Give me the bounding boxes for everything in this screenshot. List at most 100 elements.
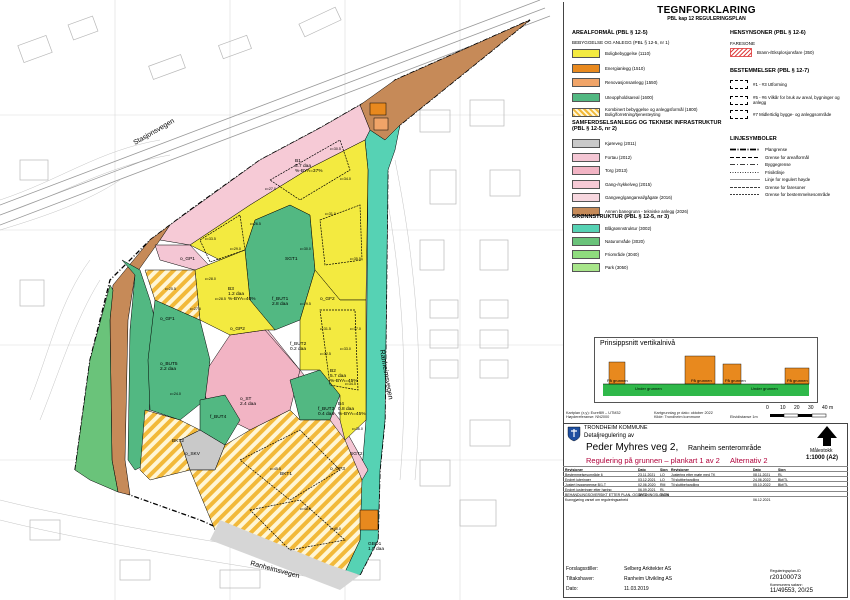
- height-label: c=36.0: [352, 427, 363, 431]
- color-swatch: [572, 193, 600, 202]
- zone-label: 1.0 daa: [368, 546, 384, 552]
- legend-item-label: Naturområde (3020): [605, 239, 645, 244]
- section-heading: LINJESYMBOLER: [730, 136, 777, 142]
- scale-tick: 20: [794, 405, 800, 411]
- footer-label: Forslagsstiller:: [566, 566, 599, 572]
- plan-place: Ranheim senterområde: [688, 445, 762, 452]
- line-symbol-item: Frisiktlinje: [730, 170, 785, 175]
- legend-item: Torg (2013): [572, 166, 722, 175]
- legend-item-label: #7 Midlertidig bygge- og anleggsområde: [753, 112, 832, 117]
- line-sample: [730, 186, 760, 188]
- legend-item-label: Kjøreveg (2011): [605, 141, 637, 146]
- profile-label: Under grunnen: [635, 386, 662, 391]
- profile-label: Under grunnen: [751, 386, 778, 391]
- legend-item: Gang-/sykkelveg (2015): [572, 179, 722, 189]
- hatch-swatch: [730, 48, 752, 57]
- legend-item-label: Uteoppholdsareal (1600): [605, 94, 654, 100]
- line-symbol-item: Grense for bestemmelsesområde: [730, 192, 830, 197]
- section-heading: BESTEMMELSER (PBL § 12-7): [730, 68, 810, 74]
- zone-label: 2.2 daa: [160, 366, 176, 372]
- plan-type: Detaljregulering av: [584, 433, 635, 439]
- legend-item: #1 - #3 Utforming: [730, 80, 845, 89]
- color-swatch: [572, 92, 600, 102]
- table-cell: 06.12.2021: [753, 497, 771, 502]
- color-swatch: [572, 78, 600, 87]
- legend-item: Naturområde (3020): [572, 237, 722, 246]
- legend-item: Renovasjonsanlegg (1550): [572, 78, 722, 87]
- legend-item-label: Energianlegg (1510): [605, 65, 645, 71]
- line-symbol-item: Byggegrense: [730, 162, 791, 167]
- scale-value: 1:1000 (A2): [806, 455, 839, 461]
- height-label: c=37.0: [350, 327, 361, 331]
- height-label: c=27.5: [190, 307, 201, 311]
- color-swatch: [572, 179, 600, 189]
- legend-item: Energianlegg (1510): [572, 63, 722, 73]
- zone-label: 2.4 daa: [240, 401, 256, 407]
- zone-label: 0.4 daa: [318, 411, 334, 417]
- legend-item-label: Park (3050): [605, 265, 628, 270]
- municipality-name: TRONDHEIM KOMMUNE: [584, 425, 648, 431]
- info-line: Kilde: Trondheim kommune: [654, 415, 701, 420]
- height-label: c=24.0: [170, 392, 181, 396]
- legend-item-label: Fortau (2012): [605, 154, 632, 160]
- legend-item: Friområde (3040): [572, 250, 722, 259]
- legend-item: Fortau (2012): [572, 152, 722, 162]
- renovation-facility: [373, 117, 389, 131]
- line-sample: [730, 148, 760, 151]
- profile-label: På grunnen: [607, 378, 628, 383]
- profile-label: På grunnen: [725, 378, 746, 383]
- zone-label: BKT2: [172, 438, 184, 444]
- legend-item: #5 - #6 Vilkår for bruk av areal, bygnin…: [730, 95, 845, 105]
- legend-subtitle: PBL kap 12 REGULERINGSPLAN: [667, 16, 746, 22]
- footer-label: Tiltakshaver:: [566, 576, 595, 582]
- height-label: c=45.5: [270, 467, 281, 471]
- line-sample: [730, 194, 760, 195]
- vertical-profile: Prinsippsnitt vertikalnivå På grunnen På…: [594, 337, 818, 403]
- line-sample: [730, 171, 760, 173]
- section-subheading: FARESONE: [730, 41, 756, 46]
- height-label: c=27.0: [265, 187, 276, 191]
- legend-item-label: Kombinert bebyggelse og anleggsformål (1…: [605, 107, 698, 117]
- profile-label: På grunnen: [691, 378, 712, 383]
- color-swatch: [572, 152, 600, 162]
- line-symbol-item: Grense for faresoner: [730, 185, 806, 190]
- zone-label: %-BYA=45%: [338, 411, 366, 417]
- legend-item-label: Renovasjonsanlegg (1550): [605, 80, 658, 85]
- line-sample: [730, 164, 760, 165]
- zone-label: %-BYA=40%: [228, 296, 256, 302]
- legend-item-label: #1 - #3 Utforming: [753, 82, 787, 87]
- outline-swatch: [730, 110, 748, 119]
- line-symbol-label: Linje for regulert høyde: [765, 177, 811, 182]
- line-symbol-label: Grense for faresoner: [765, 184, 806, 190]
- line-symbol-label: Byggegrense: [765, 162, 791, 167]
- zone-label: 2.8 daa: [272, 301, 288, 307]
- zone-label: BKT1: [280, 471, 292, 477]
- color-swatch: [572, 63, 600, 73]
- color-swatch: [572, 250, 600, 259]
- plan-id: r20100073: [770, 574, 802, 581]
- height-label: c=29.0: [230, 247, 241, 251]
- line-symbol-item: Plangrense: [730, 147, 787, 152]
- line-symbol-label: Grense for arealformål: [765, 154, 809, 160]
- footer-value: Selberg Arkitekter AS: [624, 566, 672, 572]
- height-label: c=28.0: [205, 277, 216, 281]
- height-label: c=30.5: [330, 147, 341, 151]
- section-heading: GRØNNSTRUKTUR (PBL § 12-5, nr 3): [572, 214, 670, 220]
- height-label: c=33.0: [340, 347, 351, 351]
- zone-label: o_GF1: [160, 316, 175, 322]
- outline-swatch: [730, 95, 748, 105]
- line-sample: [730, 156, 760, 158]
- section-heading: HENSYNSONER (PBL § 12-6): [730, 30, 806, 36]
- plan-subtitle: Regulering på grunnen – plankart 1 av 2: [586, 456, 720, 465]
- zone-label: SGT1: [285, 256, 298, 262]
- height-label: c=34.0: [340, 177, 351, 181]
- height-label: c=33.5: [205, 237, 216, 241]
- height-label: c=26.5: [250, 222, 261, 226]
- plan-name: Peder Myhres veg 2,: [586, 442, 679, 453]
- scale-tick: 10: [780, 405, 786, 411]
- legend-title: TEGNFORKLARING: [657, 5, 756, 16]
- color-swatch: [572, 237, 600, 246]
- footer-value: Ranheim Utvikling AS: [624, 576, 673, 582]
- legend-item: Blågrønnstruktur (3002): [572, 224, 722, 233]
- height-label: c=25.5: [165, 287, 176, 291]
